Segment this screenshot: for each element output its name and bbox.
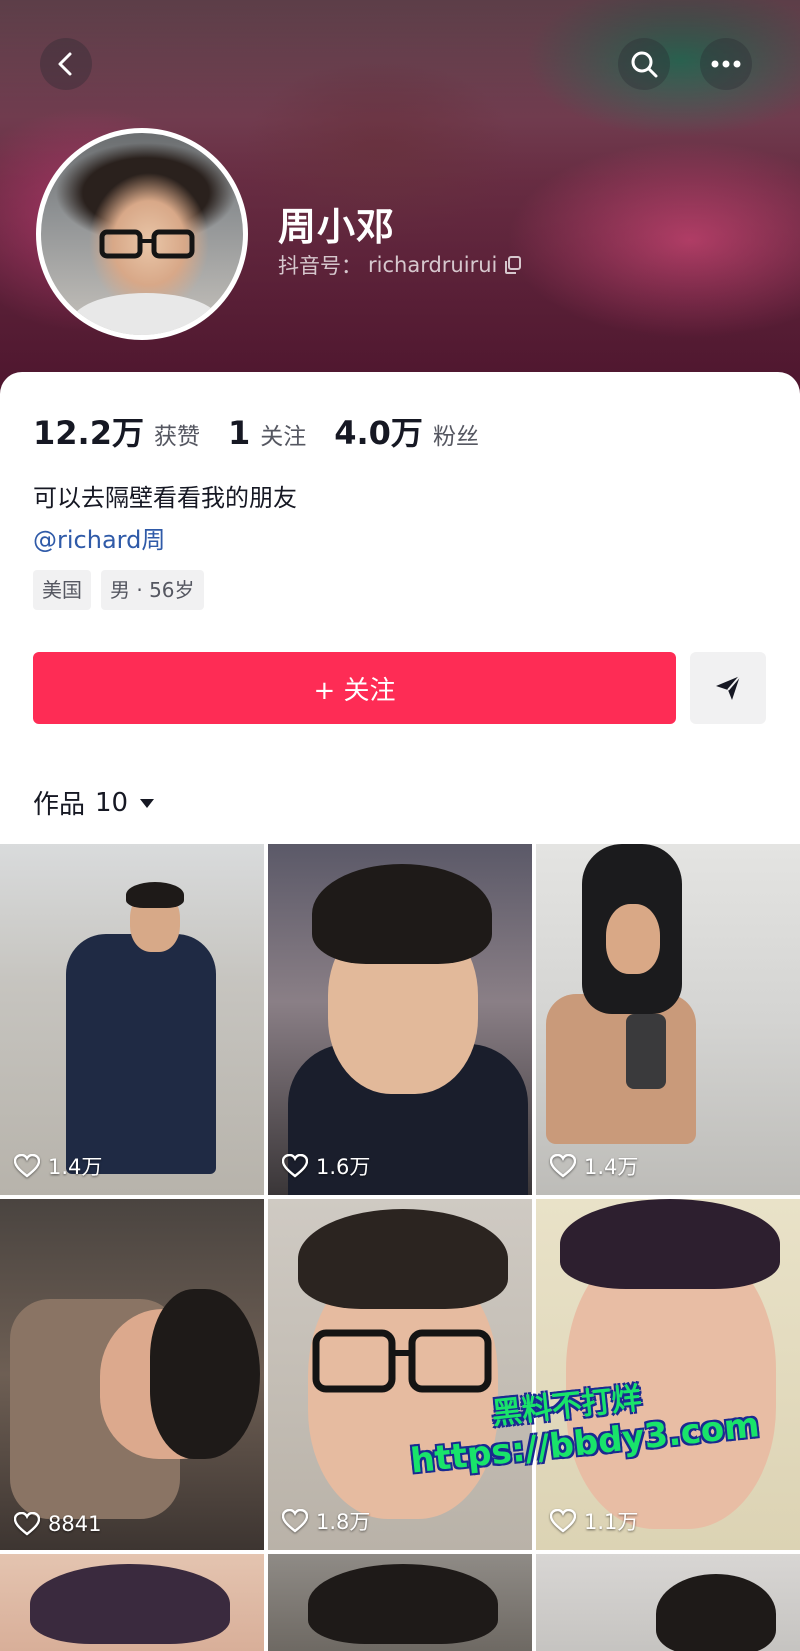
works-label: 作品	[33, 790, 86, 820]
tile-hair	[30, 1564, 230, 1644]
profile-page: 周小邓 抖音号： richardruirui 12.2万 获赞 1 关注 4.0…	[0, 0, 800, 1651]
video-likes-count: 8841	[48, 1512, 102, 1536]
stat-likes[interactable]: 12.2万 获赞	[33, 408, 200, 454]
video-likes: 1.6万	[282, 1151, 370, 1181]
dropdown-icon	[140, 798, 155, 808]
stat-following-value: 1	[227, 414, 251, 452]
heart-icon	[550, 1509, 576, 1533]
back-icon	[58, 52, 72, 76]
video-tile[interactable]: 1.4万	[536, 844, 800, 1195]
video-tile[interactable]: 1.8万	[268, 1199, 532, 1550]
avatar[interactable]	[36, 128, 248, 340]
tile-hair	[560, 1199, 780, 1289]
more-button[interactable]	[700, 38, 752, 90]
tile-hair	[298, 1209, 508, 1309]
video-tile[interactable]	[268, 1554, 532, 1651]
stats-row: 12.2万 获赞 1 关注 4.0万 粉丝	[33, 408, 507, 454]
tile-hair	[126, 882, 184, 908]
tile-hair	[150, 1289, 260, 1459]
heart-icon	[550, 1154, 576, 1178]
tile-hair	[308, 1564, 498, 1644]
tile-photo	[66, 934, 216, 1174]
video-tile[interactable]: 8841	[0, 1199, 264, 1550]
video-likes-count: 1.1万	[584, 1510, 639, 1534]
tile-glasses	[312, 1329, 492, 1393]
bio-text: 可以去隔壁看看我的朋友	[33, 484, 297, 512]
search-button[interactable]	[618, 38, 670, 90]
video-likes: 1.4万	[14, 1151, 102, 1181]
douyin-id-label: 抖音号：	[278, 254, 362, 278]
more-icon	[711, 60, 741, 68]
video-likes-count: 1.4万	[584, 1155, 639, 1179]
stat-following-label: 关注	[260, 424, 307, 450]
stat-following[interactable]: 1 关注	[228, 414, 306, 452]
heart-icon	[14, 1154, 40, 1178]
douyin-id[interactable]: 抖音号： richardruirui	[278, 250, 523, 280]
follow-button[interactable]: + 关注	[33, 652, 676, 724]
bio-mention-link[interactable]: @richard周	[33, 520, 165, 555]
works-count: 10	[95, 787, 129, 818]
copy-icon[interactable]	[503, 255, 523, 275]
back-button[interactable]	[40, 38, 92, 90]
tile-hair	[312, 864, 492, 964]
share-button[interactable]	[690, 652, 766, 724]
stat-followers-label: 粉丝	[432, 424, 479, 450]
search-icon	[631, 51, 658, 78]
stat-likes-value: 12.2万	[33, 414, 144, 452]
video-likes: 1.1万	[550, 1506, 638, 1536]
stat-likes-label: 获赞	[153, 424, 200, 450]
video-tile[interactable]: 1.4万	[0, 844, 264, 1195]
stat-followers-value: 4.0万	[334, 414, 423, 452]
douyin-id-value: richardruirui	[368, 253, 498, 277]
tag-gender-age: 男 · 56岁	[101, 570, 204, 610]
video-likes: 8841	[14, 1512, 101, 1536]
heart-icon	[282, 1154, 308, 1178]
avatar-glasses	[99, 229, 195, 259]
tile-phone	[626, 1014, 666, 1089]
video-likes: 1.8万	[282, 1506, 370, 1536]
tile-face	[606, 904, 660, 974]
profile-tags: 美国 男 · 56岁	[33, 570, 204, 610]
stat-followers[interactable]: 4.0万 粉丝	[334, 408, 479, 454]
video-tile[interactable]: 1.6万	[268, 844, 532, 1195]
tile-hair	[656, 1574, 776, 1651]
username: 周小邓	[278, 205, 396, 249]
video-likes-count: 1.6万	[316, 1155, 371, 1179]
tag-location: 美国	[33, 570, 91, 610]
tile-photo	[546, 994, 696, 1144]
video-tile[interactable]	[536, 1554, 800, 1651]
share-icon	[716, 675, 741, 700]
video-likes: 1.4万	[550, 1151, 638, 1181]
avatar-shirt	[71, 293, 221, 335]
video-likes-count: 1.8万	[316, 1510, 371, 1534]
heart-icon	[282, 1509, 308, 1533]
video-tile[interactable]	[0, 1554, 264, 1651]
works-tab[interactable]: 作品 10	[33, 784, 156, 821]
video-likes-count: 1.4万	[48, 1155, 103, 1179]
heart-icon	[14, 1512, 40, 1536]
